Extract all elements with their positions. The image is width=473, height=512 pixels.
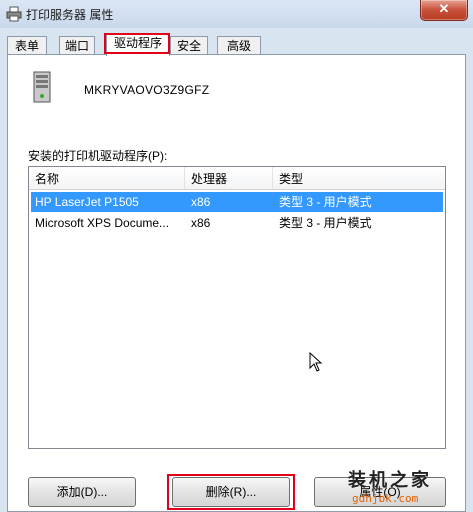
close-button[interactable]: ✕ xyxy=(420,0,468,21)
title-bar: 打印服务器 属性 ✕ xyxy=(0,0,473,28)
column-header-type[interactable]: 类型 xyxy=(273,167,445,189)
table-row[interactable]: HP LaserJet P1505 x86 类型 3 - 用户模式 xyxy=(31,192,443,212)
driver-processor: x86 xyxy=(191,195,211,209)
server-icon xyxy=(33,71,51,103)
close-icon: ✕ xyxy=(438,1,450,16)
driver-type: 类型 3 - 用户模式 xyxy=(279,216,372,230)
add-button[interactable]: 添加(D)... xyxy=(28,477,136,507)
printer-icon xyxy=(6,6,22,22)
driver-name: Microsoft XPS Docume... xyxy=(35,216,170,230)
drivers-listview[interactable]: 名称 处理器 类型 HP LaserJet P1505 x86 类型 3 - 用… xyxy=(28,166,446,449)
driver-type: 类型 3 - 用户模式 xyxy=(279,195,372,209)
column-header-processor[interactable]: 处理器 xyxy=(185,167,273,189)
tab-advanced[interactable]: 高级 xyxy=(217,36,261,55)
tab-ports[interactable]: 端口 xyxy=(59,36,95,55)
tab-security[interactable]: 安全 xyxy=(170,36,208,55)
tab-forms[interactable]: 表单 xyxy=(7,36,47,55)
tab-highlight-box xyxy=(104,33,170,54)
watermark-url: gdhjbk.com xyxy=(352,492,419,505)
watermark: 装机之家 gdhjbk.com xyxy=(344,466,464,510)
watermark-main: 装机之家 xyxy=(348,470,432,490)
driver-name: HP LaserJet P1505 xyxy=(35,195,139,209)
table-row[interactable]: Microsoft XPS Docume... x86 类型 3 - 用户模式 xyxy=(31,213,443,233)
driver-processor: x86 xyxy=(191,216,211,230)
column-header-name[interactable]: 名称 xyxy=(29,167,185,189)
drivers-list-label: 安装的打印机驱动程序(P): xyxy=(28,149,168,163)
remove-highlight-box xyxy=(167,474,295,510)
list-header: 名称 处理器 类型 xyxy=(29,167,445,190)
tab-strip: 表单 端口 驱动程序 安全 高级 xyxy=(7,33,467,56)
mouse-cursor-icon xyxy=(309,352,323,372)
window-title: 打印服务器 属性 xyxy=(26,8,114,22)
server-name: MKRYVAOVO3Z9GFZ xyxy=(84,83,210,97)
